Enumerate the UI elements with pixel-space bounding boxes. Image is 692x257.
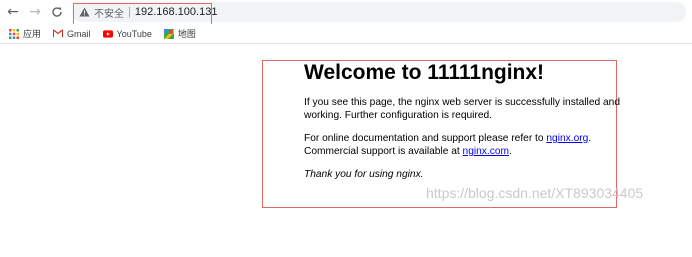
gmail-icon [53,29,64,39]
bookmark-label: 应用 [23,29,42,39]
nginx-org-link[interactable]: nginx.org [546,133,588,144]
browser-toolbar: ← → 不安全 | 192.168.100.131 [0,0,692,24]
apps-grid-icon [9,28,19,39]
youtube-icon [102,29,113,39]
bookmark-label: Gmail [67,28,91,39]
watermark-text: https://blog.csdn.net/XT893034405 [426,185,644,201]
maps-icon [163,28,174,39]
support-text-3: Commercial support is available at [304,146,463,157]
bookmark-label: 地图 [177,29,196,39]
thanks-text: Thank you for using nginx. [304,169,424,180]
support-paragraph: For online documentation and support ple… [304,132,634,158]
back-button[interactable]: ← [4,3,22,21]
support-text-1: For online documentation and support ple… [304,133,547,144]
address-separator: | [128,6,131,18]
reload-button[interactable] [48,3,66,21]
nginx-welcome-content: Welcome to 11111nginx! If you see this p… [304,60,634,181]
bookmark-maps[interactable]: 地图 [163,27,196,40]
warning-icon[interactable] [78,6,90,18]
forward-button[interactable]: → [26,3,44,21]
security-status-text[interactable]: 不安全 [94,5,124,20]
address-bar[interactable]: 不安全 | 192.168.100.131 [72,2,686,22]
arrow-right-icon: → [29,4,41,20]
bookmark-gmail[interactable]: Gmail [53,29,91,39]
url-text[interactable]: 192.168.100.131 [135,6,218,18]
support-text-4: . [508,146,512,157]
arrow-left-icon: ← [7,4,19,20]
intro-paragraph: If you see this page, the nginx web serv… [304,97,620,121]
bookmarks-bar: 应用 Gmail YouTube 地图 [0,24,692,44]
bookmark-apps[interactable]: 应用 [9,27,41,40]
page-title: Welcome to 11111nginx! [304,61,545,84]
support-text-2: . [588,133,592,144]
reload-icon [52,7,62,17]
nginx-com-link[interactable]: nginx.com [463,146,509,157]
thanks-paragraph: Thank you for using nginx. [304,168,634,181]
browser-window: ← → 不安全 | 192.168.100.131 应用 Gmail YouTu… [0,0,692,257]
bookmark-youtube[interactable]: YouTube [102,28,152,39]
bookmark-label: YouTube [116,28,152,39]
